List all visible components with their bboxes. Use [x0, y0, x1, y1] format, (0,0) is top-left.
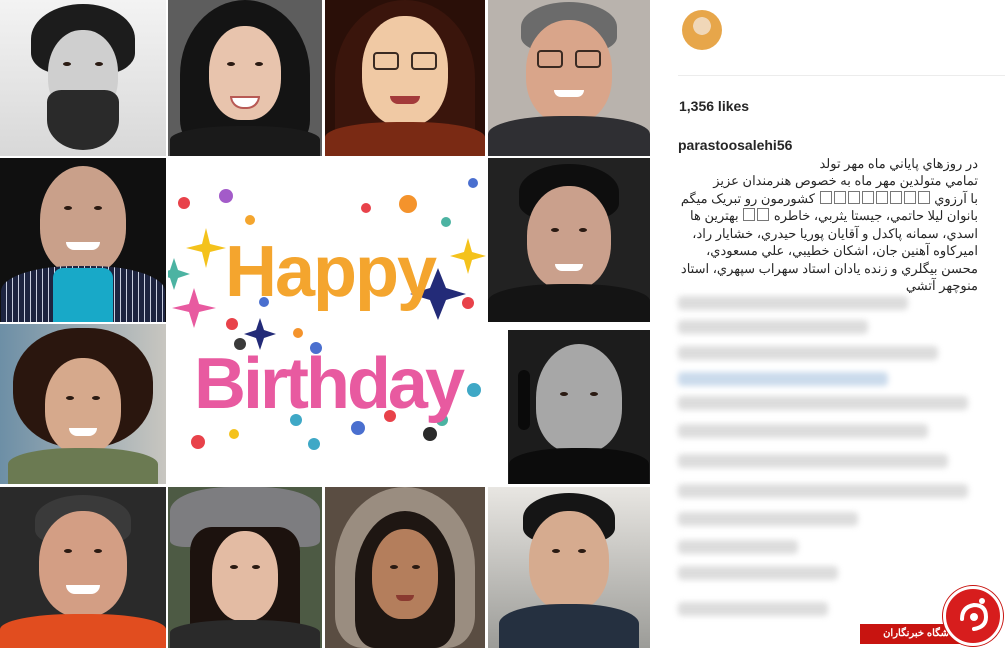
watermark-logo-icon [943, 586, 1003, 646]
caption-line-3-start: با آرزوي [934, 190, 978, 206]
caption-line-4-start: بانوان ليلا حاتمي، جيستا يثربي، خاطره [773, 208, 978, 223]
blurred-comment [678, 602, 828, 616]
portrait-photo-4 [488, 0, 650, 156]
birthday-card-graphic: Happy Birthday [168, 158, 486, 484]
portrait-photo-3 [325, 0, 485, 156]
portrait-photo-8 [508, 330, 650, 484]
caption-line-8: منوچهر آتشي [905, 278, 978, 293]
emoji-icon [819, 190, 832, 204]
caption-line-4-end: بهترين ها [690, 208, 739, 223]
blurred-comment [678, 396, 968, 410]
portrait-photo-9 [0, 487, 166, 648]
post-caption: parastoosalehi56 در روزهاي پاياني ماه مه… [678, 137, 978, 295]
emoji-icon [847, 190, 860, 204]
blurred-comment [678, 512, 858, 526]
emoji-icon [757, 208, 770, 221]
portrait-photo-6 [488, 158, 650, 322]
portrait-photo-11 [325, 487, 485, 648]
caption-line-3: با آرزوي کشورمون رو تبريک ميگم [678, 190, 978, 208]
blurred-comment [678, 566, 838, 580]
caption-line-2: تمامي متولدين مهر ماه به خصوص هنرمندان ع… [713, 173, 978, 188]
emoji-icon [889, 190, 902, 204]
post-details-panel: 1,356 likes parastoosalehi56 در روزهاي پ… [652, 0, 1005, 648]
caption-username[interactable]: parastoosalehi56 [678, 137, 978, 155]
photo-collage[interactable]: Happy Birthday [0, 0, 652, 648]
blurred-comment [678, 454, 948, 468]
caption-line-5: اسدي، سمانه پاکدل و آقايان پوريا حيدري، … [692, 225, 978, 241]
portrait-photo-10 [168, 487, 322, 648]
portrait-photo-12 [488, 487, 650, 648]
caption-line-7: محسن بيگلري و زنده يادان استاد سهراب سپه… [680, 260, 978, 276]
avatar[interactable] [682, 10, 722, 50]
blurred-comment [678, 346, 938, 360]
blurred-comment [678, 320, 868, 334]
blurred-comment [678, 296, 908, 310]
blurred-comment [678, 540, 798, 554]
emoji-icon [917, 190, 930, 204]
caption-line-3-end: کشورمون رو تبريک ميگم [680, 190, 815, 206]
caption-line-6: اميرکاوه آهنين جان، اشکان خطيبي، علي مسع… [706, 243, 978, 258]
likes-count[interactable]: 1,356 likes [679, 98, 749, 114]
emoji-icon [903, 190, 916, 204]
caption-line-1: در روزهاي پاياني ماه مهر تولد [819, 155, 978, 171]
blurred-comment [678, 424, 928, 438]
birthday-card-line1: Happy [225, 232, 437, 312]
birthday-card-line2: Birthday [194, 344, 465, 424]
portrait-photo-7 [0, 324, 166, 484]
emoji-icon [861, 190, 874, 204]
news-agency-watermark: باشگاه خبرنگاران [860, 586, 1005, 648]
portrait-photo-2 [168, 0, 322, 156]
emoji-icon [743, 208, 756, 221]
emoji-icon [875, 190, 888, 204]
portrait-photo-5 [0, 158, 166, 322]
emoji-icon [833, 190, 846, 204]
header-divider [678, 75, 1005, 76]
portrait-photo-1 [0, 0, 166, 156]
blurred-comment [678, 484, 968, 498]
caption-line-4: بانوان ليلا حاتمي، جيستا يثربي، خاطره به… [678, 207, 978, 225]
blurred-comment [678, 372, 888, 386]
